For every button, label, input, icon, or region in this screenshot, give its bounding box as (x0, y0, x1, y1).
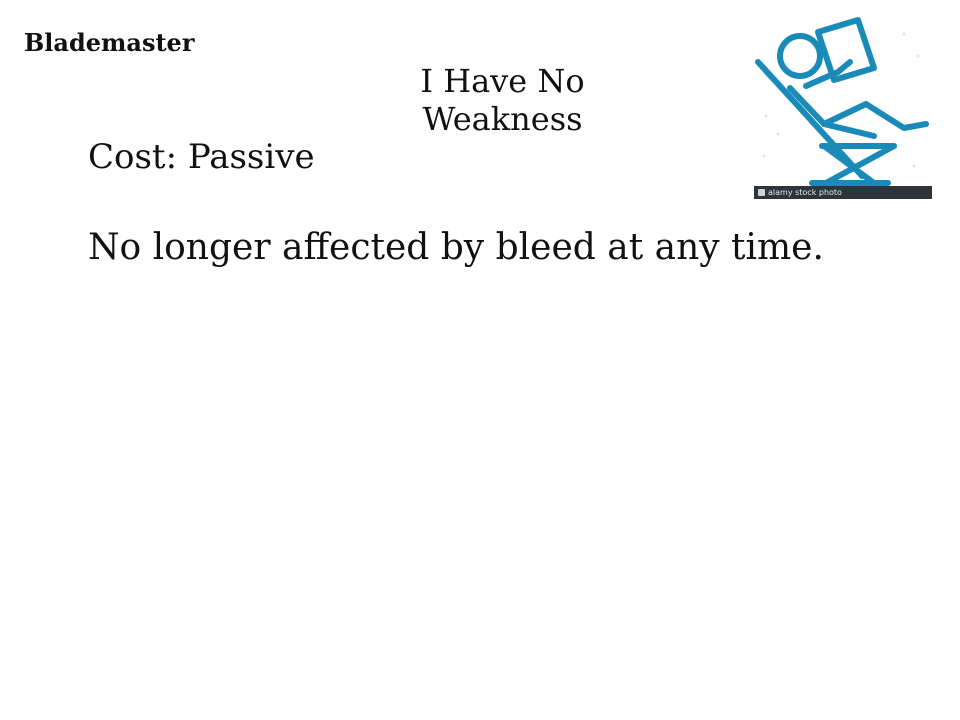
alamy-logo-icon (758, 189, 765, 196)
watermark-text: alamy stock photo (768, 188, 842, 197)
card-art: alamy stock photo (754, 16, 932, 199)
card-title: I Have No Weakness (420, 62, 585, 138)
watermark-bar: alamy stock photo (754, 186, 932, 199)
card-class-label: Blademaster (24, 28, 195, 57)
card-description: No longer affected by bleed at any time. (88, 227, 824, 268)
person-reclining-reading-icon (755, 17, 929, 186)
card-cost: Cost: Passive (88, 137, 315, 177)
